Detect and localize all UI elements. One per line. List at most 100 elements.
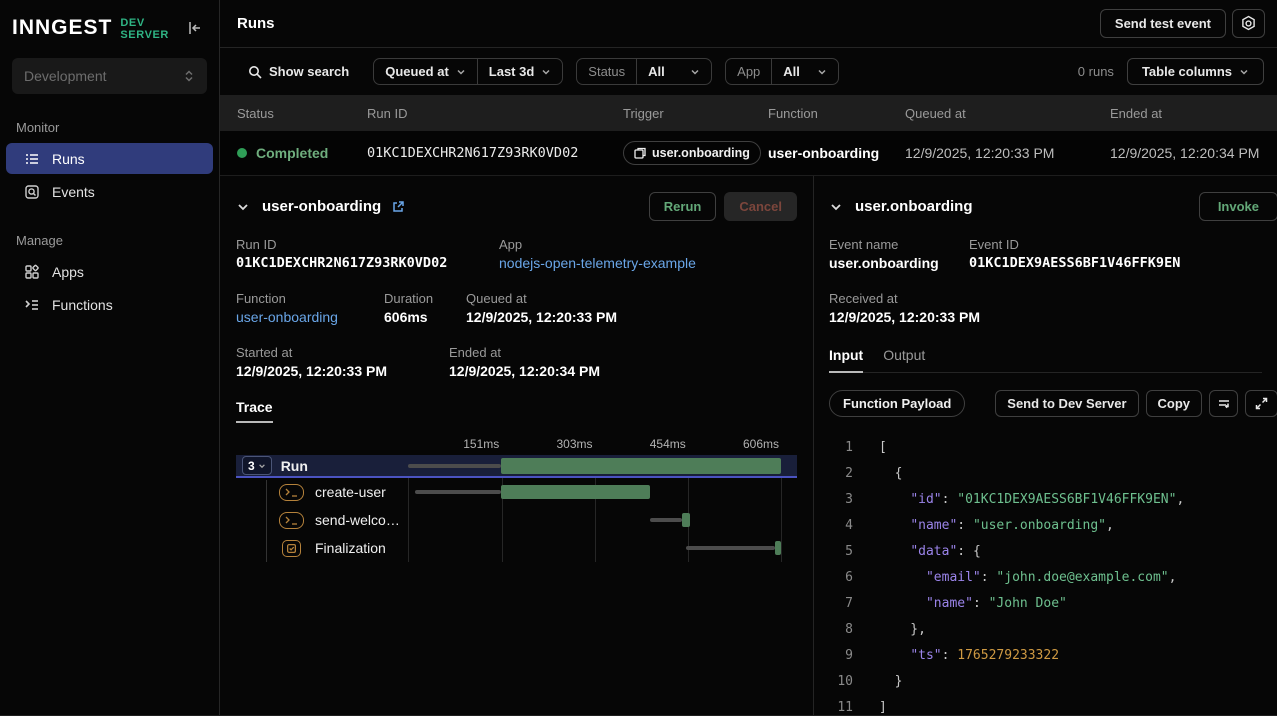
sidebar-item-events[interactable]: Events — [6, 176, 213, 207]
function-label: Function — [236, 291, 384, 306]
collapse-run-details-button[interactable] — [236, 200, 250, 214]
collapse-sidebar-icon — [187, 20, 203, 36]
send-to-dev-server-button[interactable]: Send to Dev Server — [995, 390, 1138, 417]
table-row[interactable]: Completed 01KC1DEXCHR2N617Z93RK0VD02 use… — [220, 131, 1277, 176]
details-split: user-onboarding Rerun Cancel Run ID 01KC… — [220, 176, 1277, 715]
invoke-button[interactable]: Invoke — [1199, 192, 1277, 221]
expand-icon — [1255, 397, 1268, 410]
status-dot-completed — [237, 148, 247, 158]
code-line: 9 "ts": 1765279233322 — [829, 643, 1262, 669]
trace-axis: 151ms 303ms 454ms 606ms — [408, 437, 781, 455]
code-line: 6 "email": "john.doe@example.com", — [829, 565, 1262, 591]
sidebar-item-label: Runs — [52, 151, 85, 167]
expand-payload-button[interactable] — [1245, 390, 1277, 417]
received-at-value: 12/9/2025, 12:20:33 PM — [829, 309, 980, 325]
sidebar-item-apps[interactable]: Apps — [6, 256, 213, 287]
axis-tick-label: 454ms — [650, 437, 688, 451]
started-at-label: Started at — [236, 345, 449, 360]
filter-bar: Show search Queued at Last 3d Status All — [220, 48, 1277, 95]
ended-at-value: 12/9/2025, 12:20:34 PM — [449, 363, 600, 379]
trace-row-label: create-user — [315, 484, 386, 500]
event-name-value: user.onboarding — [829, 255, 969, 271]
status-filter-label: Status — [577, 59, 636, 84]
queued-at-dropdown[interactable]: Queued at — [374, 59, 477, 84]
app-root: INNGEST DEV SERVER Development Monitor R… — [0, 0, 1277, 716]
trace-track — [408, 534, 781, 562]
sidebar-item-functions[interactable]: Functions — [6, 289, 213, 320]
tab-input[interactable]: Input — [829, 347, 863, 373]
app-link[interactable]: nodejs-open-telemetry-example — [499, 255, 696, 271]
trace-row-create-user[interactable]: create-user — [236, 478, 797, 506]
trace-row-label: Finalization — [315, 540, 386, 556]
app-filter-group: App All — [725, 58, 839, 85]
tab-output[interactable]: Output — [883, 347, 925, 372]
code-line: 10 } — [829, 669, 1262, 695]
trace-row-send-welcome[interactable]: send-welco… — [236, 506, 797, 534]
chevron-down-icon — [236, 200, 250, 214]
run-details-panel: user-onboarding Rerun Cancel Run ID 01KC… — [220, 176, 813, 715]
chevron-down-icon — [541, 67, 551, 77]
show-search-button[interactable]: Show search — [237, 48, 360, 95]
trace-row-label: Run — [281, 458, 308, 474]
rerun-button[interactable]: Rerun — [649, 192, 717, 221]
settings-button[interactable] — [1232, 9, 1265, 38]
runs-table-header: Status Run ID Trigger Function Queued at… — [220, 95, 1277, 131]
run-status-cell: Completed — [237, 145, 367, 161]
code-line: 8 }, — [829, 617, 1262, 643]
gear-icon — [1240, 15, 1257, 32]
function-link[interactable]: user-onboarding — [236, 309, 384, 325]
trigger-event-pill[interactable]: user.onboarding — [623, 141, 761, 165]
chevron-down-icon — [690, 67, 700, 77]
run-id-cell: 01KC1DEXCHR2N617Z93RK0VD02 — [367, 145, 623, 161]
environment-select[interactable]: Development — [12, 58, 207, 94]
step-count-badge[interactable]: 3 — [242, 456, 272, 475]
code-line: 2 { — [829, 461, 1262, 487]
column-header-ended-at: Ended at — [1110, 106, 1277, 121]
external-link-icon[interactable] — [391, 200, 405, 214]
function-payload-pill[interactable]: Function Payload — [829, 390, 965, 417]
sidebar-item-label: Functions — [52, 297, 113, 313]
payload-tabs: Input Output — [829, 347, 1262, 373]
copy-button[interactable]: Copy — [1146, 390, 1203, 417]
runs-count: 0 runs — [1078, 64, 1114, 79]
time-range-dropdown[interactable]: Last 3d — [478, 59, 563, 84]
app-filter-dropdown[interactable]: All — [772, 59, 838, 84]
ended-at-cell: 12/9/2025, 12:20:34 PM — [1110, 145, 1277, 161]
received-at-label: Received at — [829, 291, 980, 306]
run-title: user-onboarding — [262, 198, 381, 215]
trace-waterfall: 151ms 303ms 454ms 606ms — [236, 437, 797, 562]
sidebar-section-manage: Manage — [0, 233, 219, 248]
code-line: 5 "data": { — [829, 539, 1262, 565]
event-id-label: Event ID — [969, 237, 1180, 252]
table-columns-dropdown[interactable]: Table columns — [1127, 58, 1264, 85]
column-header-queued-at: Queued at — [905, 106, 1110, 121]
trigger-cell: user.onboarding — [623, 141, 768, 165]
code-line: 4 "name": "user.onboarding", — [829, 513, 1262, 539]
inngest-logo: INNGEST — [12, 16, 112, 40]
sidebar-item-runs[interactable]: Runs — [6, 143, 213, 174]
tab-trace[interactable]: Trace — [236, 399, 273, 423]
column-header-function: Function — [768, 106, 905, 121]
wrap-text-button[interactable] — [1209, 390, 1238, 417]
code-line: 3 "id": "01KC1DEX9AESS6BF1V46FFK9EN", — [829, 487, 1262, 513]
logo-row: INNGEST DEV SERVER — [0, 0, 219, 56]
apps-icon — [24, 264, 40, 280]
wrap-text-icon — [1217, 397, 1231, 411]
queued-at-label: Queued at — [466, 291, 617, 306]
step-run-icon — [279, 512, 304, 529]
status-filter-dropdown[interactable]: All — [637, 59, 711, 84]
collapse-sidebar-button[interactable] — [185, 18, 205, 38]
runs-icon — [24, 151, 40, 167]
trace-row-finalization[interactable]: Finalization — [236, 534, 797, 562]
collapse-event-details-button[interactable] — [829, 200, 843, 214]
sidebar-item-label: Apps — [52, 264, 84, 280]
sidebar-item-label: Events — [52, 184, 95, 200]
run-id-value: 01KC1DEXCHR2N617Z93RK0VD02 — [236, 255, 499, 271]
code-lines: 1[2 {3 "id": "01KC1DEX9AESS6BF1V46FFK9EN… — [829, 435, 1262, 715]
started-at-value: 12/9/2025, 12:20:33 PM — [236, 363, 449, 379]
app-filter-label: App — [726, 59, 771, 84]
finalization-icon — [282, 540, 301, 557]
code-line: 1[ — [829, 435, 1262, 461]
send-test-event-button[interactable]: Send test event — [1100, 9, 1226, 38]
trace-row-run[interactable]: 3 Run — [236, 455, 797, 478]
